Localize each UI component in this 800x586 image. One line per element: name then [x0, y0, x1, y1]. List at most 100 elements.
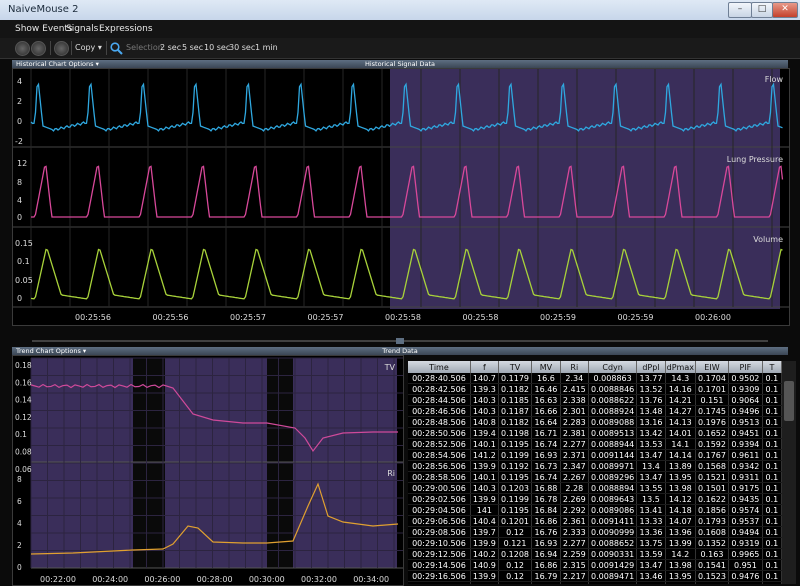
historical-x-tick: 00:25:58	[385, 313, 421, 322]
toolbar: Copy ▾ Selection 2 sec 5 sec 10 sec 30 s…	[0, 38, 800, 59]
trend-chart-area[interactable]: TV Ri 0.18 0.16 0.14 0.12 0.1 0.08 0.06 8 6 4 2 0 0…	[12, 355, 404, 586]
trend-x-tick: 00:34:00	[353, 575, 389, 584]
column-header[interactable]: EIW	[695, 361, 729, 373]
table-cell: 00:29:04.506	[408, 504, 471, 516]
column-header[interactable]: PIF	[728, 361, 763, 373]
pause-button[interactable]	[54, 41, 69, 56]
table-cell: 0.9451	[728, 427, 763, 439]
table-row[interactable]: 00:29:00.506 140.3 0.1203 16.88 2.28 0.008889…	[408, 482, 782, 494]
table-cell: 14.14	[665, 449, 696, 461]
column-header[interactable]: MV	[531, 361, 561, 373]
table-row[interactable]: 00:29:02.506 139.9 0.1199 16.78 2.269 0.00896…	[408, 493, 782, 505]
column-header[interactable]: dPpl	[636, 361, 666, 373]
column-header[interactable]: TV	[498, 361, 533, 373]
menu-show-events[interactable]: Show Events	[15, 24, 73, 34]
table-cell: 13.42	[636, 427, 666, 439]
table-row[interactable]: 00:29:16.506 139.9 0.12 16.79 2.217 0.0089471…	[408, 570, 782, 582]
forward-button[interactable]	[31, 41, 46, 56]
table-row[interactable]: 00:28:44.506 140.3 0.1185 16.63 2.338 0.00886…	[408, 394, 782, 406]
table-cell: 0.1856	[695, 504, 729, 516]
table-row[interactable]: 00:28:58.506 140.1 0.1195 16.74 2.267 0.00892…	[408, 471, 782, 483]
duration-5sec[interactable]: 5 sec	[182, 43, 203, 52]
column-header[interactable]: Time	[408, 361, 471, 373]
table-cell: 0.1701	[695, 383, 729, 395]
table-row[interactable]: 00:29:04.506 141 0.1195 16.84 2.292 0.0089086…	[408, 504, 782, 516]
table-cell: 139.4	[470, 427, 499, 439]
table-row[interactable]: 00:28:52.506 140.1 0.1195 16.74 2.277 0.00889…	[408, 438, 782, 450]
table-cell: 2.277	[560, 438, 590, 450]
toolbar-separator	[106, 41, 107, 55]
table-cell: 0.0089471	[588, 570, 638, 582]
close-button[interactable]: ✕	[772, 2, 798, 18]
copy-dropdown[interactable]: Copy ▾	[75, 43, 102, 52]
scrollbar-thumb[interactable]	[784, 381, 794, 421]
table-cell: 0.1192	[498, 460, 533, 472]
table-cell: 0.9537	[728, 515, 763, 527]
table-row[interactable]: 00:28:54.506 141.2 0.1199 16.93 2.371 0.00911…	[408, 449, 782, 461]
table-scrollbar[interactable]	[782, 361, 796, 584]
table-cell: 14.3	[665, 373, 696, 384]
column-header[interactable]: T	[762, 361, 782, 373]
table-cell: 16.74	[531, 438, 561, 450]
table-row[interactable]: 00:28:48.506 140.8 0.1182 16.64 2.283 0.00890…	[408, 416, 782, 428]
data-table[interactable]: Time f TV MV Ri Cdyn dPpl dPmax EIW PIF T 00:28:40…	[408, 361, 782, 584]
trend-chart-svg[interactable]: TV Ri 0.18 0.16 0.14 0.12 0.1 0.08 0.068 6 4 2 0 0…	[13, 356, 403, 585]
table-row[interactable]: 00:29:10.506 139.9 0.121 16.93 2.277 0.008865…	[408, 537, 782, 549]
historical-options-dropdown[interactable]: Historical Chart Options ▾	[16, 60, 99, 68]
table-cell: 00:29:00.506	[408, 482, 471, 494]
duration-1min[interactable]: 1 min	[255, 43, 278, 52]
duration-30sec[interactable]: 30 sec	[229, 43, 255, 52]
menu-expressions[interactable]: Expressions	[99, 24, 153, 34]
historical-x-tick: 00:25:56	[75, 313, 111, 322]
table-cell: 0.0091144	[588, 449, 638, 461]
selection-label: Selection	[126, 43, 163, 52]
table-cell: 140.3	[470, 405, 499, 417]
ri-tick: 0	[17, 563, 22, 572]
table-cell: 0.1568	[695, 460, 729, 472]
table-cell: 0.1195	[498, 504, 533, 516]
historical-selection-region[interactable]	[390, 69, 780, 309]
magnifier-icon[interactable]	[110, 42, 123, 55]
table-row[interactable]: 00:29:14.506 140.9 0.12 16.86 2.315 0.0091429…	[408, 559, 782, 571]
trend-options-dropdown[interactable]: Trend Chart Options ▾	[16, 347, 86, 355]
historical-chart-svg[interactable]: Flow Lung Pressure Volume 4 2 0 -2 12 8 …	[13, 69, 789, 325]
table-row[interactable]: 00:28:56.506 139.9 0.1192 16.73 2.347 0.00899…	[408, 460, 782, 472]
table-row[interactable]: 00:29:12.506 140.2 0.1208 16.94 2.259 0.00903…	[408, 548, 782, 560]
table-cell: 0.1	[762, 373, 782, 384]
table-row[interactable]: 00:29:06.506 140.4 0.1201 16.86 2.361 0.00914…	[408, 515, 782, 527]
column-header[interactable]: Cdyn	[588, 361, 638, 373]
table-cell: 0.9342	[728, 460, 763, 472]
duration-10sec[interactable]: 10 sec	[204, 43, 230, 52]
table-cell: 0.1608	[695, 526, 729, 538]
table-cell: 14.12	[665, 493, 696, 505]
table-cell: 16.63	[531, 394, 561, 406]
column-header[interactable]: Ri	[560, 361, 590, 373]
volume-tick: 0.05	[15, 276, 33, 285]
table-row[interactable]: 00:28:50.506 139.4 0.1198 16.71 2.381 0.00895…	[408, 427, 782, 439]
column-header[interactable]: dPmax	[665, 361, 696, 373]
trend-data-table[interactable]: Time f TV MV Ri Cdyn dPpl dPmax EIW PIF T 00:28:40…	[408, 361, 782, 584]
trend-y-axis: 0.18 0.16 0.14 0.12 0.1 0.08 0.068 6 4 2 0	[15, 361, 32, 572]
table-cell: 2.371	[560, 449, 590, 461]
table-row[interactable]: 00:28:40.506 140.7 0.1179 16.6 2.34 0.008863 1…	[408, 373, 782, 384]
table-cell: 2.415	[560, 383, 590, 395]
pressure-tick: 0	[17, 213, 22, 222]
table-cell: 13.36	[636, 526, 666, 538]
table-row[interactable]: 00:28:46.506 140.3 0.1187 16.66 2.301 0.00889…	[408, 405, 782, 417]
historical-x-tick: 00:25:57	[230, 313, 266, 322]
historical-chart-area[interactable]: Flow Lung Pressure Volume 4 2 0 -2 12 8 …	[12, 68, 790, 326]
panel-splitter[interactable]	[12, 338, 788, 344]
table-cell: 13.47	[636, 559, 666, 571]
duration-2sec[interactable]: 2 sec	[160, 43, 181, 52]
maximize-button[interactable]: □	[751, 2, 773, 18]
table-cell: 13.99	[665, 537, 696, 549]
flow-tick: 4	[17, 77, 22, 86]
menu-signals[interactable]: Signals	[66, 24, 98, 34]
back-button[interactable]	[15, 41, 30, 56]
table-cell: 0.1	[762, 383, 782, 395]
table-row[interactable]: 00:29:08.506 139.7 0.12 16.76 2.333 0.0090999…	[408, 526, 782, 538]
minimize-button[interactable]: –	[728, 2, 752, 18]
table-row[interactable]: 00:28:42.506 139.3 0.1182 16.46 2.415 0.00888…	[408, 383, 782, 395]
column-header[interactable]: f	[470, 361, 499, 373]
table-cell: 0.1199	[498, 493, 533, 505]
